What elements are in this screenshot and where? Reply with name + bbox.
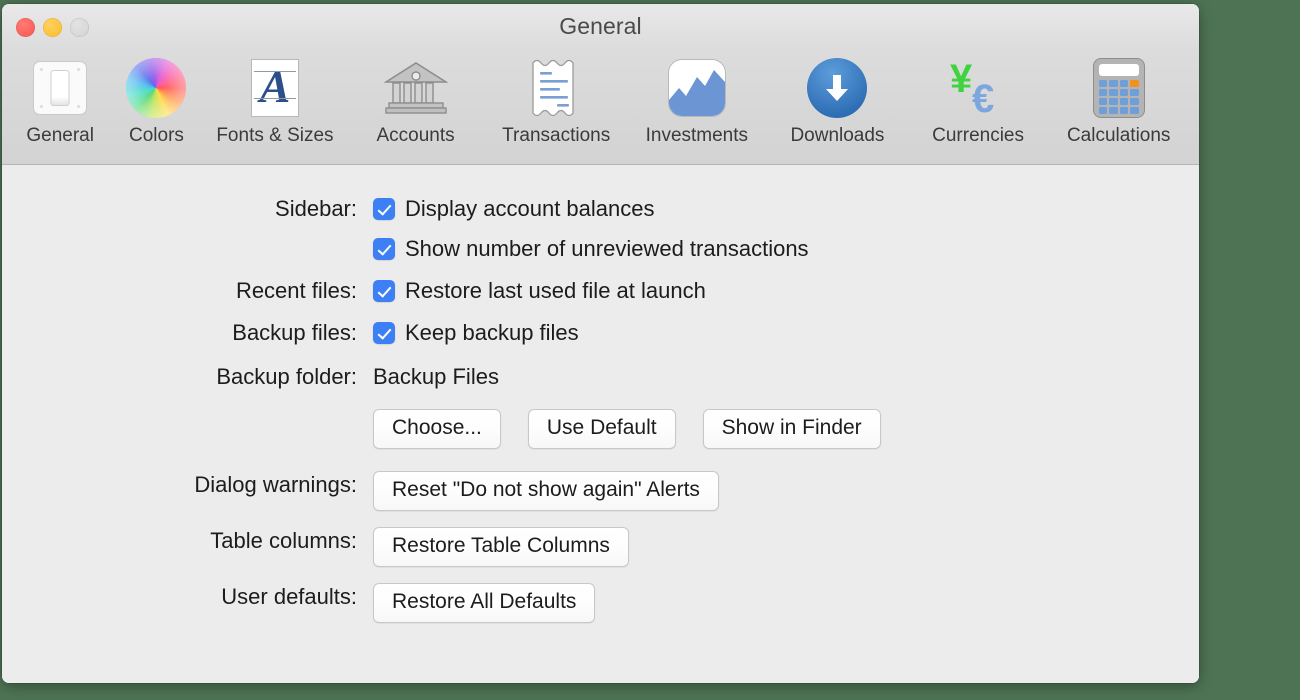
checkbox-keep-backup-files[interactable]: Keep backup files — [373, 319, 579, 347]
toolbar-label-transactions: Transactions — [502, 125, 610, 147]
svg-text:€: € — [972, 77, 994, 118]
reset-alerts-button[interactable]: Reset "Do not show again" Alerts — [373, 471, 719, 511]
checkbox-restore-last-used-file[interactable]: Restore last used file at launch — [373, 277, 706, 305]
checkbox-label: Show number of unreviewed transactions — [405, 236, 809, 262]
checkbox-box[interactable] — [373, 198, 395, 220]
toolbar-item-downloads[interactable]: Downloads — [767, 49, 908, 147]
toolbar-label-fonts-and-sizes: Fonts & Sizes — [216, 125, 333, 147]
backup-folder-value: Backup Files — [373, 363, 499, 391]
choose-button[interactable]: Choose... — [373, 409, 501, 449]
toolbar-label-accounts: Accounts — [376, 125, 454, 147]
toolbar-item-transactions[interactable]: Transactions — [486, 49, 627, 147]
show-in-finder-button[interactable]: Show in Finder — [703, 409, 881, 449]
label-backup-folder: Backup folder: — [2, 363, 373, 391]
checkbox-label: Keep backup files — [405, 320, 579, 346]
row-sidebar: Sidebar: Display account balances Show n… — [2, 195, 1199, 263]
toolbar-item-colors[interactable]: Colors — [108, 49, 204, 147]
label-dialog-warnings: Dialog warnings: — [2, 471, 373, 499]
row-dialog-warnings: Dialog warnings: Reset "Do not show agai… — [2, 471, 1199, 511]
row-table-columns: Table columns: Restore Table Columns — [2, 527, 1199, 567]
toolbar-label-general: General — [26, 125, 94, 147]
restore-table-columns-button[interactable]: Restore Table Columns — [373, 527, 629, 567]
checkbox-label: Display account balances — [405, 196, 654, 222]
checkbox-box[interactable] — [373, 238, 395, 260]
label-table-columns: Table columns: — [2, 527, 373, 555]
chart-mountain-icon — [664, 55, 730, 121]
label-backup-files: Backup files: — [2, 319, 373, 347]
restore-all-defaults-button[interactable]: Restore All Defaults — [373, 583, 595, 623]
row-backup-folder-buttons: Choose... Use Default Show in Finder — [2, 409, 1199, 449]
preferences-window: General General Colors A — [2, 4, 1199, 683]
row-recent-files: Recent files: Restore last used file at … — [2, 277, 1199, 305]
toolbar-item-currencies[interactable]: ¥ € Currencies — [908, 49, 1049, 147]
window-title: General — [2, 13, 1199, 40]
yen-euro-icon: ¥ € — [945, 55, 1011, 121]
use-default-button[interactable]: Use Default — [528, 409, 676, 449]
checkbox-box[interactable] — [373, 322, 395, 344]
toolbar-item-accounts[interactable]: Accounts — [345, 49, 486, 147]
label-sidebar: Sidebar: — [2, 195, 373, 223]
label-recent-files: Recent files: — [2, 277, 373, 305]
bank-building-icon — [383, 55, 449, 121]
toolbar-label-downloads: Downloads — [790, 125, 884, 147]
preferences-toolbar: General Colors A Fonts & Sizes — [2, 49, 1199, 165]
row-user-defaults: User defaults: Restore All Defaults — [2, 583, 1199, 623]
svg-text:¥: ¥ — [950, 58, 973, 101]
window-titlebar[interactable]: General — [2, 4, 1199, 49]
toolbar-label-calculations: Calculations — [1067, 125, 1171, 147]
checkbox-display-account-balances[interactable]: Display account balances — [373, 195, 654, 223]
toolbar-item-calculations[interactable]: Calculations — [1048, 49, 1189, 147]
toolbar-label-investments: Investments — [646, 125, 748, 147]
checkbox-box[interactable] — [373, 280, 395, 302]
label-user-defaults: User defaults: — [2, 583, 373, 611]
preferences-content: Sidebar: Display account balances Show n… — [2, 165, 1199, 683]
toolbar-item-general[interactable]: General — [12, 49, 108, 147]
checkbox-show-unreviewed-transactions[interactable]: Show number of unreviewed transactions — [373, 235, 809, 263]
toolbar-label-colors: Colors — [129, 125, 184, 147]
toolbar-item-fonts-and-sizes[interactable]: A Fonts & Sizes — [205, 49, 346, 147]
toolbar-item-investments[interactable]: Investments — [627, 49, 768, 147]
row-backup-folder: Backup folder: Backup Files — [2, 363, 1199, 391]
row-backup-files: Backup files: Keep backup files — [2, 319, 1199, 347]
toolbar-label-currencies: Currencies — [932, 125, 1024, 147]
color-wheel-icon — [123, 55, 189, 121]
font-letter-a-icon: A — [242, 55, 308, 121]
calculator-icon — [1086, 55, 1152, 121]
light-switch-icon — [27, 55, 93, 121]
download-arrow-icon — [804, 55, 870, 121]
checkbox-label: Restore last used file at launch — [405, 278, 706, 304]
receipt-icon — [523, 55, 589, 121]
